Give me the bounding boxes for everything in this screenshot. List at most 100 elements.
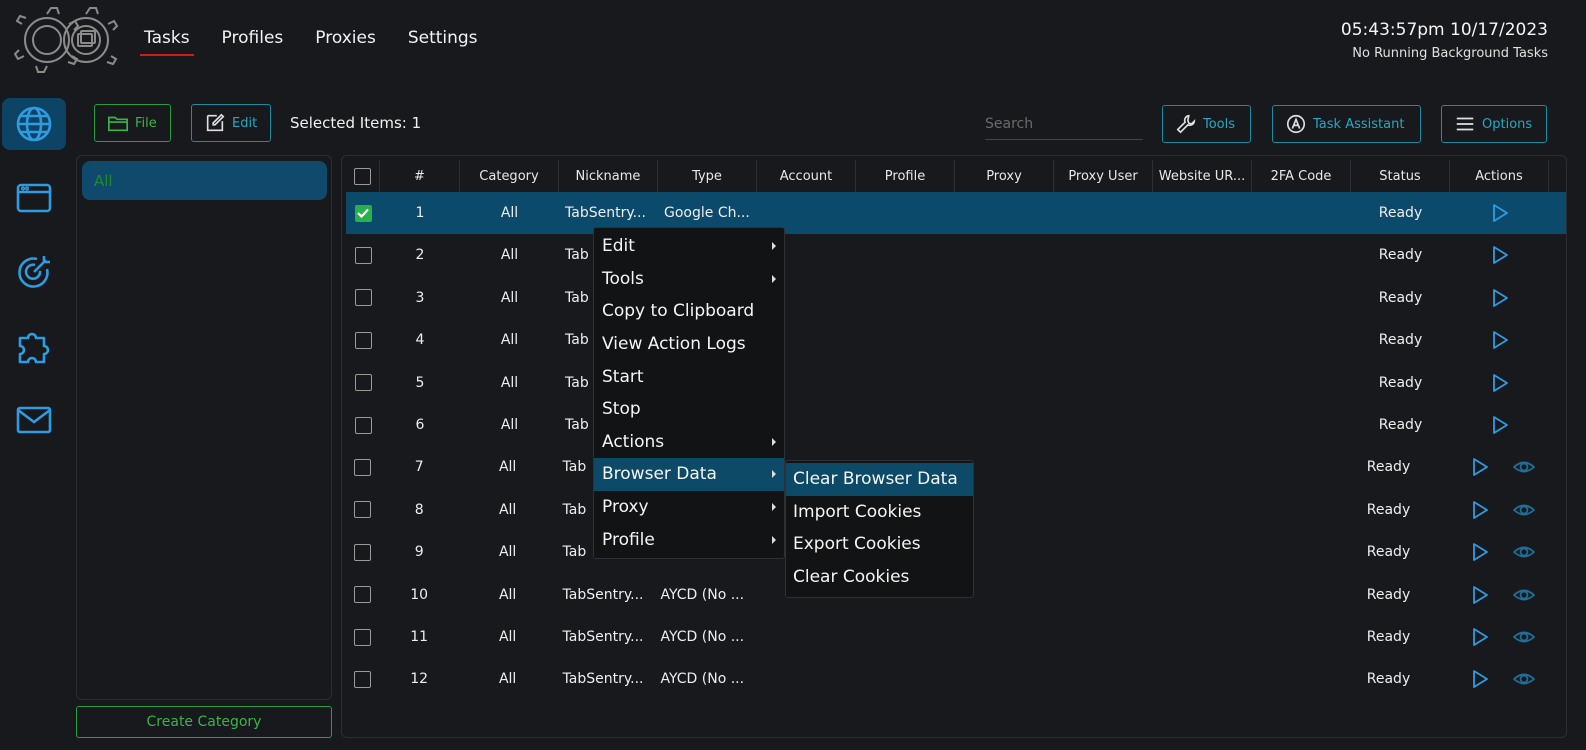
row-checkbox[interactable] [354, 628, 372, 646]
eye-icon[interactable] [1512, 541, 1535, 563]
play-icon[interactable] [1469, 668, 1491, 690]
col-number-header[interactable]: # [380, 160, 460, 192]
col-2fa-code-header[interactable]: 2FA Code [1252, 160, 1351, 192]
row-checkbox[interactable] [354, 331, 372, 349]
row-checkbox[interactable] [354, 501, 372, 519]
tab-proxies[interactable]: Proxies [311, 28, 380, 56]
eye-icon[interactable] [1512, 584, 1535, 606]
row-category: All [500, 247, 519, 264]
table-row[interactable]: 6 All Tab Ready [346, 404, 1566, 446]
row-type: AYCD (No ... [660, 586, 745, 603]
play-icon[interactable] [1489, 414, 1511, 436]
row-category: All [500, 374, 519, 391]
row-checkbox[interactable] [354, 416, 372, 434]
table-row[interactable]: 4 All Tab Ready [346, 319, 1566, 361]
col-actions-header[interactable]: Actions [1450, 160, 1549, 192]
play-icon[interactable] [1469, 584, 1491, 606]
eye-icon[interactable] [1512, 499, 1535, 521]
create-category-button[interactable]: Create Category [76, 706, 332, 738]
submenu-item-import-cookies[interactable]: Import Cookies [786, 496, 973, 529]
context-menu-item-stop[interactable]: Stop [594, 393, 784, 426]
row-checkbox[interactable] [354, 246, 372, 264]
tasks-table: # Category Nickname Type Account Profile Proxy… [341, 155, 1567, 738]
sidebar-item-tasks[interactable] [2, 98, 66, 150]
task-assistant-button[interactable]: Task Assistant [1272, 105, 1421, 143]
context-menu-item-profile[interactable]: Profile [594, 523, 784, 556]
row-actions [1450, 287, 1549, 309]
file-button[interactable]: File [94, 104, 171, 142]
submenu-arrow-icon [772, 503, 776, 512]
play-icon[interactable] [1469, 499, 1491, 521]
row-checkbox[interactable] [354, 204, 372, 222]
col-status-header[interactable]: Status [1351, 160, 1450, 192]
row-select-cell [346, 670, 380, 688]
context-menu-item-edit[interactable]: Edit [594, 230, 784, 263]
table-row[interactable]: 2 All Tab Ready [346, 234, 1566, 276]
row-category: All [500, 332, 519, 349]
row-select-cell [346, 501, 380, 519]
context-menu-item-view-action-logs[interactable]: View Action Logs [594, 328, 784, 361]
play-icon[interactable] [1489, 372, 1511, 394]
tab-profiles[interactable]: Profiles [218, 28, 288, 56]
context-menu-item-copy-to-clipboard[interactable]: Copy to Clipboard [594, 295, 784, 328]
col-account-header[interactable]: Account [757, 160, 856, 192]
app-logo [14, 7, 119, 73]
context-menu: Edit Tools Copy to Clipboard View Action Lo… [593, 227, 785, 559]
table-row[interactable]: 5 All Tab Ready [346, 362, 1566, 404]
table-row[interactable]: 3 All Tab Ready [346, 277, 1566, 319]
table-row[interactable]: 1 All TabSentry... Google Ch... Ready [346, 192, 1566, 234]
select-all-checkbox[interactable] [354, 167, 371, 185]
context-menu-item-proxy[interactable]: Proxy [594, 491, 784, 524]
row-number: 12 [410, 671, 429, 688]
col-category-header[interactable]: Category [460, 160, 559, 192]
eye-icon[interactable] [1512, 456, 1535, 478]
sidebar-item-mail[interactable] [2, 394, 66, 446]
sidebar-item-target[interactable] [2, 246, 66, 298]
eye-icon[interactable] [1512, 668, 1535, 690]
options-button[interactable]: Options [1441, 105, 1547, 143]
sidebar-item-browser[interactable] [2, 172, 66, 224]
submenu-item-clear-cookies[interactable]: Clear Cookies [786, 561, 973, 594]
context-menu-item-actions[interactable]: Actions [594, 426, 784, 459]
row-category: All [498, 671, 517, 688]
context-menu-item-label: Actions [602, 431, 665, 452]
play-icon[interactable] [1489, 287, 1511, 309]
sidebar-item-extensions[interactable] [2, 320, 66, 372]
table-row[interactable]: 12 All TabSentry... AYCD (No ... Ready [346, 658, 1566, 700]
play-icon[interactable] [1469, 456, 1491, 478]
play-icon[interactable] [1489, 244, 1511, 266]
context-menu-item-browser-data[interactable]: Browser Data [594, 458, 784, 491]
row-checkbox[interactable] [354, 543, 372, 561]
play-icon[interactable] [1489, 329, 1511, 351]
row-type: Google Ch... [664, 205, 750, 221]
edit-button[interactable]: Edit [191, 104, 271, 142]
category-item-all[interactable]: All [82, 161, 327, 200]
play-icon[interactable] [1469, 626, 1491, 648]
context-menu-item-tools[interactable]: Tools [594, 263, 784, 296]
globe-icon [16, 106, 52, 142]
col-type-header[interactable]: Type [658, 160, 757, 192]
tools-button[interactable]: Tools [1162, 105, 1251, 143]
row-checkbox[interactable] [354, 458, 372, 476]
row-checkbox[interactable] [354, 289, 372, 307]
submenu-item-clear-browser-data[interactable]: Clear Browser Data [786, 463, 973, 496]
row-number: 7 [414, 459, 424, 476]
col-proxy-user-header[interactable]: Proxy User [1054, 160, 1153, 192]
eye-icon[interactable] [1512, 626, 1535, 648]
row-checkbox[interactable] [354, 586, 372, 604]
table-row[interactable]: 11 All TabSentry... AYCD (No ... Ready [346, 616, 1566, 658]
search-input[interactable] [985, 108, 1143, 140]
row-actions [1450, 372, 1549, 394]
col-proxy-header[interactable]: Proxy [955, 160, 1054, 192]
play-icon[interactable] [1489, 202, 1511, 224]
row-checkbox[interactable] [354, 670, 372, 688]
submenu-item-export-cookies[interactable]: Export Cookies [786, 528, 973, 561]
context-menu-item-start[interactable]: Start [594, 360, 784, 393]
play-icon[interactable] [1469, 541, 1491, 563]
col-nickname-header[interactable]: Nickname [559, 160, 658, 192]
col-website-url-header[interactable]: Website UR... [1153, 160, 1252, 192]
tab-tasks[interactable]: Tasks [140, 28, 194, 56]
row-checkbox[interactable] [354, 374, 372, 392]
col-profile-header[interactable]: Profile [856, 160, 955, 192]
tab-settings[interactable]: Settings [404, 28, 482, 56]
